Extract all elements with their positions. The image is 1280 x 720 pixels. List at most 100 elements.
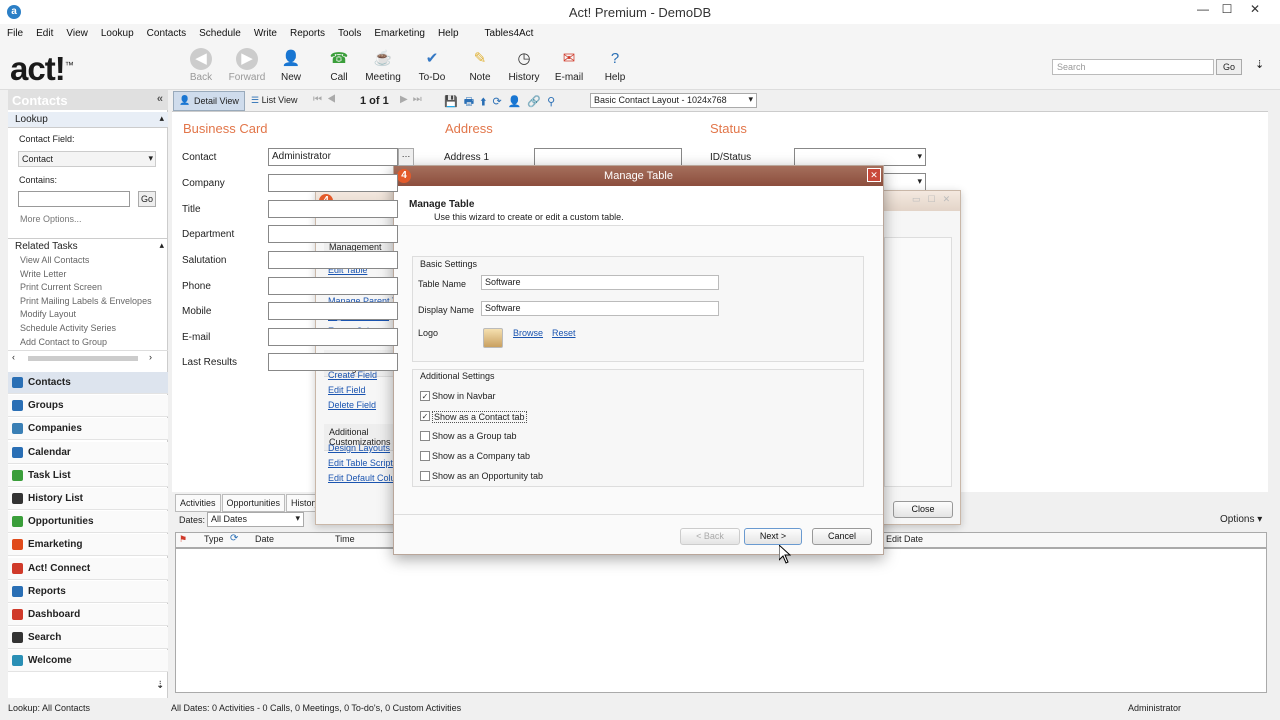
related-task-item[interactable]: View All Contacts xyxy=(20,255,89,265)
option-checkbox-show-as-a-company-tab[interactable] xyxy=(420,451,430,461)
nav-label: History List xyxy=(28,493,84,504)
field-input-salutation[interactable] xyxy=(268,251,398,269)
tab-activities[interactable]: Activities xyxy=(175,494,221,512)
menu-tools[interactable]: Tools xyxy=(331,24,367,39)
field-input-mobile[interactable] xyxy=(268,302,398,320)
dialog-close-icon[interactable]: ✕ xyxy=(867,168,881,182)
help-button[interactable]: ? Help xyxy=(594,48,636,88)
lookup-panel-header[interactable]: Lookup ▴ xyxy=(8,112,168,128)
option-checkbox-show-as-a-contact-tab[interactable]: ✓ xyxy=(420,411,430,421)
close-button[interactable]: ✕ xyxy=(1240,2,1270,20)
dates-select[interactable]: All Dates ▾ xyxy=(207,512,304,527)
back-button[interactable]: < Back xyxy=(680,528,740,545)
to-do-button[interactable]: ✔ To-Do xyxy=(411,48,453,88)
col-type[interactable]: Type xyxy=(204,534,224,544)
related-task-item[interactable]: Write Letter xyxy=(20,269,66,279)
menu-contacts[interactable]: Contacts xyxy=(140,24,192,39)
forward-button[interactable]: ▶ Forward xyxy=(226,48,268,88)
nav-dashboard[interactable]: Dashboard xyxy=(8,604,168,626)
col-date[interactable]: Date xyxy=(255,534,274,544)
menu-tables4act[interactable]: Tables4Act xyxy=(465,24,540,39)
field-input-department[interactable] xyxy=(268,225,398,243)
field-input-last-results[interactable] xyxy=(268,353,398,371)
toolbar-overflow-icon[interactable]: ⇣ xyxy=(1255,58,1264,71)
field-input-title[interactable] xyxy=(268,200,398,218)
menu-write[interactable]: Write xyxy=(247,24,283,39)
list-view-button[interactable]: ☰ List View xyxy=(251,95,297,106)
nav-calendar[interactable]: Calendar xyxy=(8,441,168,464)
record-action-icons[interactable]: 💾🖶⬆⟳👤🔗⚲ xyxy=(444,93,561,112)
col-time[interactable]: Time xyxy=(335,534,355,544)
address1-field[interactable] xyxy=(534,148,682,166)
option-checkbox-show-as-an-opportunity-tab[interactable] xyxy=(420,471,430,481)
option-checkbox-show-as-a-group-tab[interactable] xyxy=(420,431,430,441)
nav-opportunities[interactable]: Opportunities xyxy=(8,511,168,534)
more-options-link[interactable]: More Options... xyxy=(20,214,82,224)
related-task-item[interactable]: Modify Layout xyxy=(20,309,76,319)
field-input-phone[interactable] xyxy=(268,277,398,295)
nav-groups[interactable]: Groups xyxy=(8,395,168,418)
field-input-company[interactable] xyxy=(268,174,398,192)
menu-schedule[interactable]: Schedule xyxy=(192,24,247,39)
e-mail-button[interactable]: ✉ E-mail xyxy=(548,48,590,88)
history-button[interactable]: ◷ History xyxy=(503,48,545,88)
nav-label: Act! Connect xyxy=(28,562,91,574)
record-nav-first-prev[interactable]: ⏮◀ xyxy=(313,94,341,105)
nav-task-list[interactable]: Task List xyxy=(8,464,168,487)
field-input-contact[interactable]: Administrator xyxy=(268,148,398,166)
detail-view-button[interactable]: 👤 Detail View xyxy=(173,91,245,111)
sidebar-hscroll[interactable]: ‹ › xyxy=(8,350,168,364)
nav-search[interactable]: Search xyxy=(8,627,168,650)
lookup-go-button[interactable]: Go xyxy=(138,191,156,207)
tables4act-close-button[interactable]: Close xyxy=(893,501,953,518)
refresh-icon[interactable]: ⟳ xyxy=(230,533,238,544)
related-task-item[interactable]: Schedule Activity Series xyxy=(20,323,116,333)
layout-select[interactable]: Basic Contact Layout - 1024x768 ▾ xyxy=(590,93,757,108)
nav-contacts[interactable]: Contacts xyxy=(8,372,168,394)
cancel-button[interactable]: Cancel xyxy=(812,528,872,545)
note-button[interactable]: ✎ Note xyxy=(459,48,501,88)
table-name-input[interactable]: Software xyxy=(481,275,719,290)
nav-act-connect[interactable]: Act! Connect xyxy=(8,557,168,580)
related-task-item[interactable]: Print Current Screen xyxy=(20,282,102,292)
record-nav-next-last[interactable]: ▶⏭ xyxy=(400,94,427,105)
nav-reports[interactable]: Reports xyxy=(8,580,168,603)
next-button[interactable]: Next > xyxy=(744,528,802,545)
back-button[interactable]: ◀ Back xyxy=(180,48,222,88)
menu-lookup[interactable]: Lookup xyxy=(94,24,140,39)
col-edit-date[interactable]: Edit Date xyxy=(886,534,923,544)
search-input[interactable]: Search xyxy=(1052,59,1214,75)
maximize-button[interactable]: ☐ xyxy=(1212,2,1242,20)
option-checkbox-show-in-navbar[interactable]: ✓ xyxy=(420,391,430,401)
display-name-input[interactable]: Software xyxy=(481,301,719,316)
contains-input[interactable] xyxy=(18,191,130,207)
nav-label: Welcome xyxy=(28,655,72,667)
reset-link[interactable]: Reset xyxy=(552,328,576,338)
nav-emarketing[interactable]: Emarketing xyxy=(8,534,168,557)
new-button[interactable]: 👤 New xyxy=(270,48,312,88)
search-go-button[interactable]: Go xyxy=(1216,59,1242,75)
contact-lookup-button[interactable]: … xyxy=(398,148,414,166)
nav-label: Emarketing xyxy=(28,539,83,551)
options-menu[interactable]: Options ▾ xyxy=(1220,514,1262,525)
nav-history-list[interactable]: History List xyxy=(8,488,168,510)
tables4act-window-controls[interactable]: ▭☐✕ xyxy=(912,194,957,205)
related-task-item[interactable]: Add Contact to Group xyxy=(20,337,107,347)
meeting-button[interactable]: ☕ Meeting xyxy=(362,48,404,88)
nav-companies[interactable]: Companies xyxy=(8,418,168,441)
menu-emarketing[interactable]: Emarketing xyxy=(367,24,431,39)
call-button[interactable]: ☎ Call xyxy=(318,48,360,88)
menu-reports[interactable]: Reports xyxy=(283,24,331,39)
browse-link[interactable]: Browse xyxy=(513,328,543,338)
menu-help[interactable]: Help xyxy=(431,24,465,39)
tab-opportunities[interactable]: Opportunities xyxy=(221,494,286,512)
contact-field-select[interactable]: Contact ▾ xyxy=(18,151,156,167)
related-task-item[interactable]: Print Mailing Labels & Envelopes xyxy=(20,296,152,306)
id-status-field[interactable]: ▾ xyxy=(794,148,926,166)
nav-welcome[interactable]: Welcome xyxy=(8,650,168,673)
menu-file[interactable]: File xyxy=(0,24,29,39)
navbar-options-icon[interactable]: ⇣ xyxy=(156,680,164,691)
menu-edit[interactable]: Edit xyxy=(29,24,59,39)
menu-view[interactable]: View xyxy=(59,24,94,39)
field-input-e-mail[interactable] xyxy=(268,328,398,346)
